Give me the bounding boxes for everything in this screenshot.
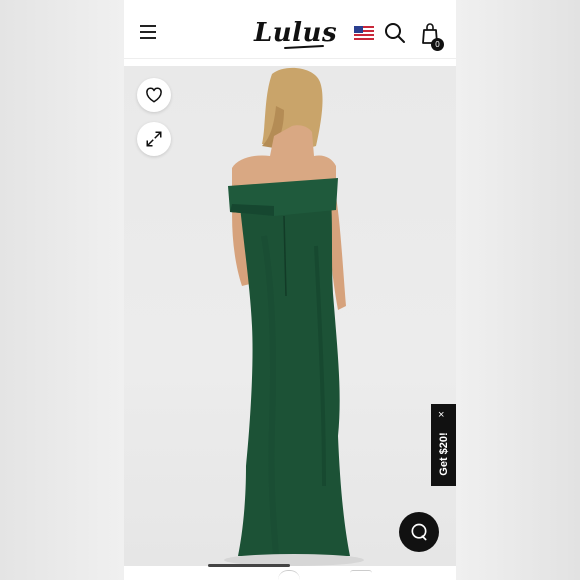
chat-button[interactable] (399, 512, 439, 552)
close-icon[interactable]: × (438, 410, 444, 421)
bottom-nav-icon[interactable] (350, 570, 372, 580)
favorite-button[interactable] (137, 78, 171, 112)
expand-icon (146, 131, 162, 147)
search-icon[interactable] (384, 22, 406, 44)
us-flag-icon[interactable] (354, 26, 374, 40)
expand-image-button[interactable] (137, 122, 171, 156)
product-image-green-off-shoulder-gown (224, 67, 364, 566)
background-left (0, 0, 124, 580)
promo-label: Get $20! (438, 432, 450, 476)
image-carousel-indicator (208, 564, 290, 567)
product-image-viewer[interactable]: × Get $20! (124, 66, 456, 566)
hamburger-menu-icon[interactable] (140, 24, 158, 40)
phone-screen: Lulus 0 × Get $20! (124, 0, 456, 580)
brand-logo[interactable]: Lulus (254, 18, 337, 48)
site-header: Lulus 0 (124, 8, 456, 59)
bag-count-badge: 0 (431, 38, 444, 51)
chat-bubble-icon (411, 523, 427, 541)
get-20-promo-tab[interactable]: × Get $20! (431, 404, 456, 486)
heart-icon (146, 87, 162, 103)
background-right (456, 0, 580, 580)
